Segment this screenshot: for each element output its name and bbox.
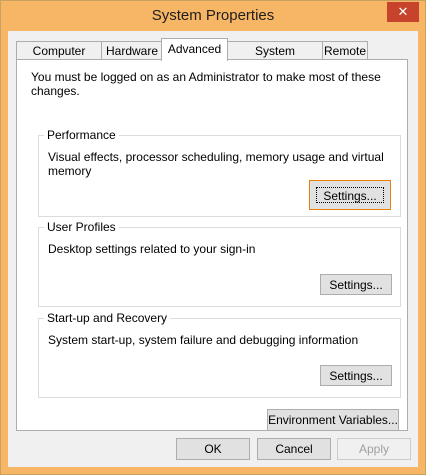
tab-system-protection[interactable]: System Protection xyxy=(227,41,323,76)
advanced-tab-panel: You must be logged on as an Administrato… xyxy=(16,59,408,431)
user-profiles-group: User Profiles Desktop settings related t… xyxy=(38,220,401,307)
performance-settings-button[interactable]: Settings... xyxy=(309,180,391,210)
close-button[interactable]: ✕ xyxy=(387,2,419,22)
performance-settings-label: Settings... xyxy=(316,187,384,203)
title-bar[interactable]: System Properties ✕ xyxy=(1,1,425,31)
user-profiles-label: User Profiles xyxy=(44,220,119,234)
startup-recovery-description: System start-up, system failure and debu… xyxy=(48,333,359,347)
performance-description: Visual effects, processor scheduling, me… xyxy=(48,150,384,178)
system-properties-window: System Properties ✕ Computer Name Hardwa… xyxy=(0,0,426,475)
user-profiles-description: Desktop settings related to your sign-in xyxy=(48,242,256,256)
user-profiles-settings-button[interactable]: Settings... xyxy=(320,274,392,295)
performance-group: Performance Visual effects, processor sc… xyxy=(38,128,401,217)
performance-label: Performance xyxy=(44,128,119,142)
ok-button[interactable]: OK xyxy=(176,438,250,460)
startup-recovery-label: Start-up and Recovery xyxy=(44,311,171,325)
admin-notice: You must be logged on as an Administrato… xyxy=(31,70,381,98)
window-title: System Properties xyxy=(151,7,275,24)
close-icon: ✕ xyxy=(397,4,409,19)
startup-recovery-settings-button[interactable]: Settings... xyxy=(320,365,392,386)
tab-label: Hardware xyxy=(105,44,159,58)
startup-recovery-group: Start-up and Recovery System start-up, s… xyxy=(38,311,401,398)
tab-label: Advanced xyxy=(167,42,222,56)
tab-advanced[interactable]: Advanced xyxy=(161,38,228,61)
tab-hardware[interactable]: Hardware xyxy=(101,41,163,60)
tab-remote[interactable]: Remote xyxy=(322,41,368,60)
apply-button[interactable]: Apply xyxy=(337,438,411,460)
tab-label: Remote xyxy=(323,44,367,58)
environment-variables-button[interactable]: Environment Variables... xyxy=(267,409,399,431)
cancel-button[interactable]: Cancel xyxy=(257,438,331,460)
tab-computer-name[interactable]: Computer Name xyxy=(16,41,102,76)
dialog-client-area: Computer Name Hardware Advanced System P… xyxy=(8,31,418,467)
